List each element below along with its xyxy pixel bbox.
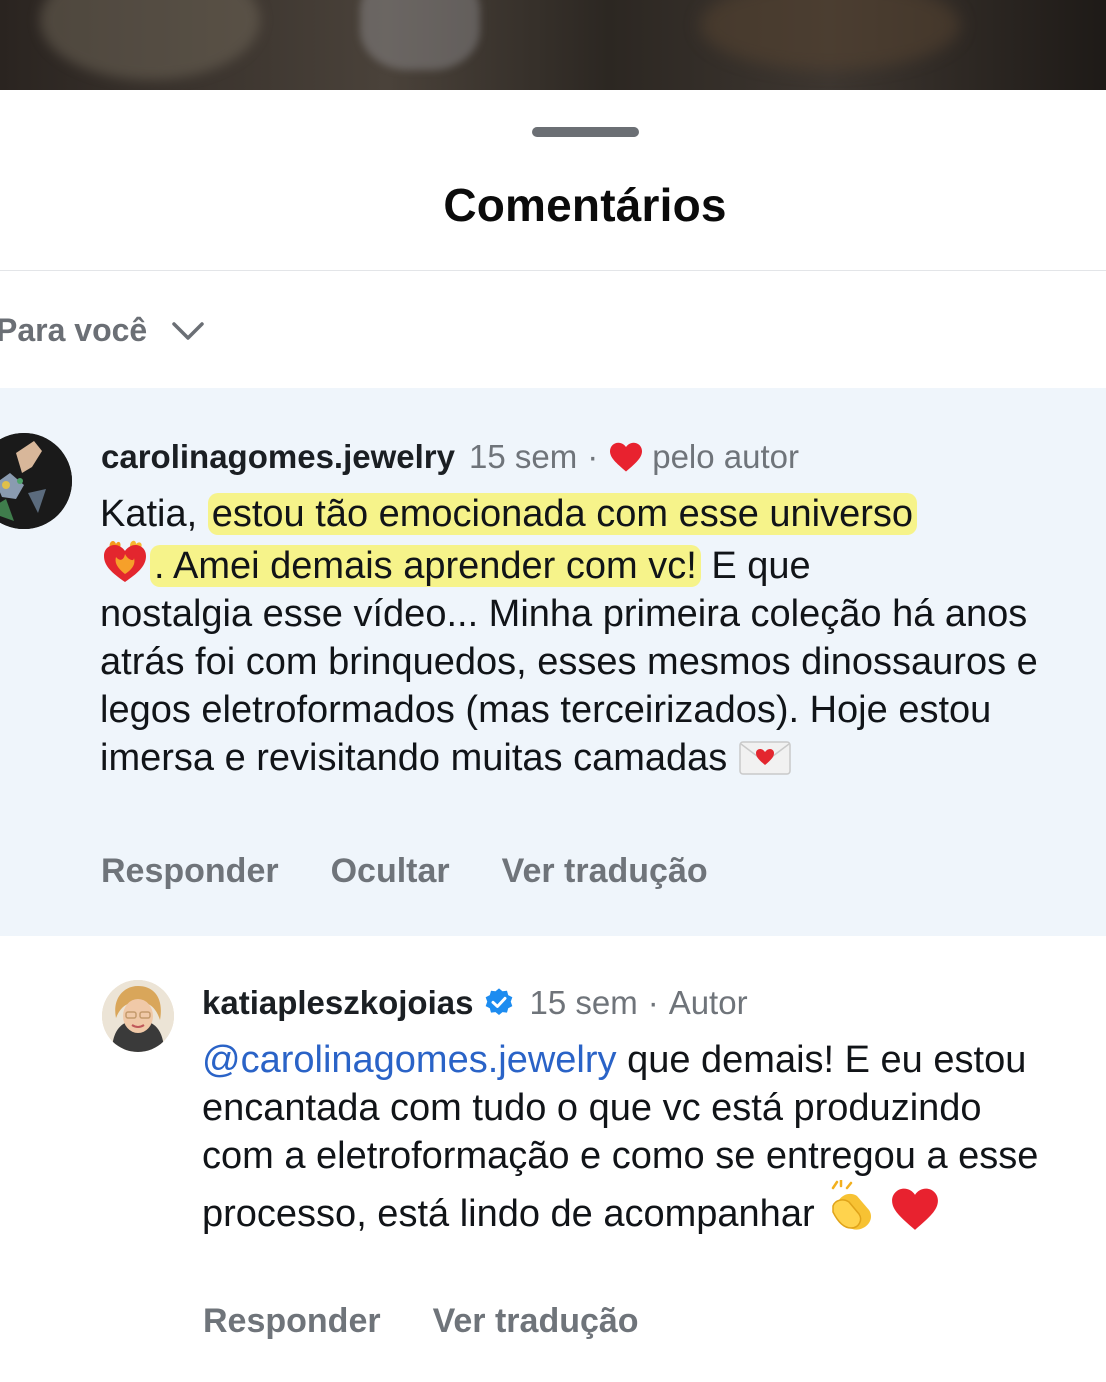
chevron-down-icon bbox=[172, 321, 204, 340]
comment-text: Katia, estou tão emocionada com esse uni… bbox=[100, 490, 1080, 782]
reply-text: @carolinagomes.jewelry que demais! E eu … bbox=[202, 1036, 1062, 1238]
header-divider bbox=[0, 270, 1106, 271]
comment-sort-filter[interactable]: Para você bbox=[0, 312, 205, 349]
hide-button[interactable]: Ocultar bbox=[331, 852, 450, 891]
reply-button[interactable]: Responder bbox=[101, 852, 279, 891]
comment-text-continued: E que bbox=[700, 545, 811, 587]
heart-on-fire-emoji bbox=[104, 540, 146, 582]
comment-meta: carolinagomes.jewelry 15 sem · pelo auto… bbox=[101, 438, 799, 476]
meta-separator: · bbox=[647, 984, 659, 1021]
author-label: Autor bbox=[668, 984, 748, 1021]
comment-text-start: Katia, bbox=[100, 493, 208, 535]
verified-badge-icon bbox=[486, 988, 513, 1015]
comment-text-rest: nostalgia esse vídeo... Minha primeira c… bbox=[100, 593, 1038, 779]
red-heart-emoji bbox=[891, 1188, 938, 1230]
mention-link[interactable]: @carolinagomes.jewelry bbox=[202, 1039, 617, 1081]
avatar[interactable] bbox=[102, 980, 174, 1052]
sheet-grabber-handle[interactable] bbox=[532, 127, 639, 137]
comments-sheet: Comentários Para você carolinagomes.jewe… bbox=[0, 90, 1106, 1382]
filter-label: Para você bbox=[0, 312, 148, 348]
see-translation-button[interactable]: Ver tradução bbox=[502, 852, 708, 891]
comment-actions: Responder Ocultar Ver tradução bbox=[101, 852, 760, 891]
sheet-title: Comentários bbox=[443, 179, 727, 231]
heart-icon bbox=[610, 442, 643, 472]
highlighted-text: estou tão emocionada com esse universo bbox=[207, 493, 918, 535]
comment-meta: katiapleszkojoias 15 sem · Autor bbox=[202, 984, 748, 1022]
see-translation-button[interactable]: Ver tradução bbox=[433, 1302, 639, 1341]
comment-timestamp: 15 sem bbox=[469, 438, 578, 475]
comment-username[interactable]: carolinagomes.jewelry bbox=[101, 438, 455, 476]
liked-by-author-label: pelo autor bbox=[652, 438, 799, 475]
comment-username[interactable]: katiapleszkojoias bbox=[202, 984, 473, 1022]
meta-separator: · bbox=[587, 438, 599, 475]
highlighted-text: . Amei demais aprender com vc! bbox=[150, 545, 701, 587]
clapping-hands-emoji bbox=[831, 1180, 872, 1230]
video-preview-strip[interactable] bbox=[0, 0, 1106, 90]
comment-timestamp: 15 sem bbox=[529, 984, 638, 1021]
reply-actions: Responder Ver tradução bbox=[203, 1302, 691, 1341]
love-letter-emoji bbox=[739, 741, 791, 775]
reply-button[interactable]: Responder bbox=[203, 1302, 381, 1341]
